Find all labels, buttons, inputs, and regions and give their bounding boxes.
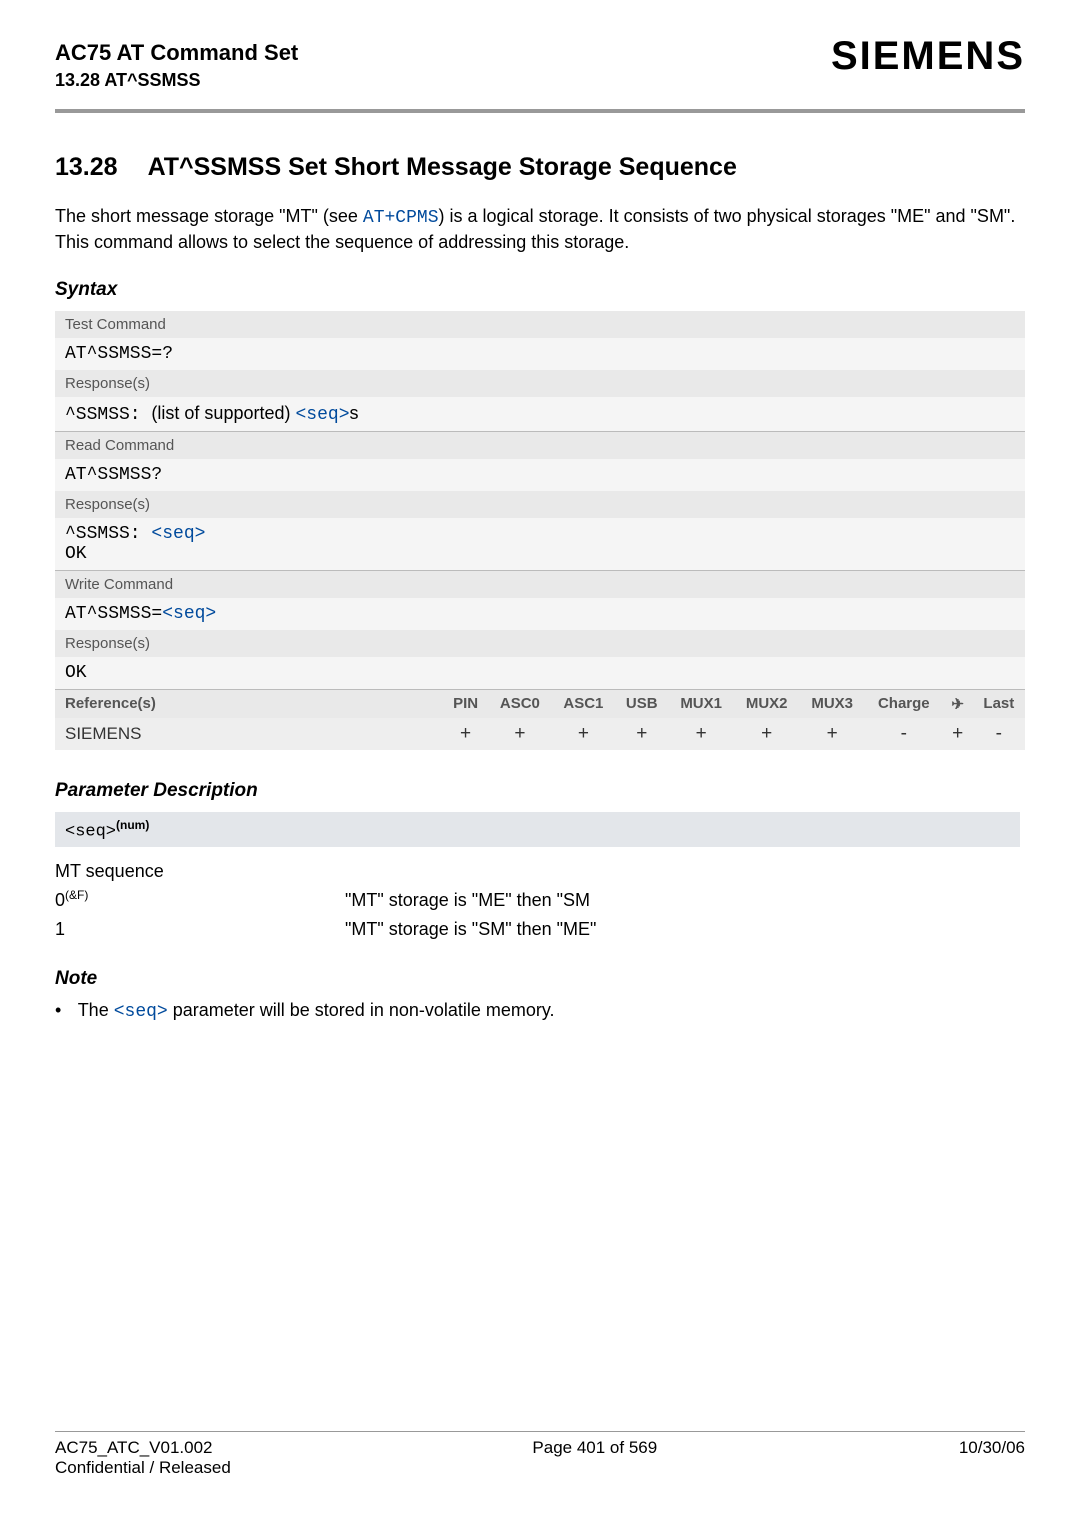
section-number: 13.28 bbox=[55, 153, 118, 182]
test-resp-text: (list of supported) bbox=[151, 403, 295, 423]
note-heading: Note bbox=[55, 968, 1025, 990]
write-cmd-prefix: AT^SSMSS= bbox=[65, 604, 162, 624]
header-left: AC75 AT Command Set 13.28 AT^SSMSS bbox=[55, 40, 298, 91]
atcpms-link[interactable]: AT+CPMS bbox=[363, 208, 439, 228]
page-header: AC75 AT Command Set 13.28 AT^SSMSS SIEME… bbox=[55, 40, 1025, 91]
col-charge: Charge bbox=[865, 690, 943, 718]
header-divider bbox=[55, 109, 1025, 113]
airplane-icon: ✈ bbox=[951, 696, 964, 713]
param-row-1: 1 "MT" storage is "SM" then "ME" bbox=[55, 915, 1025, 944]
val-charge: - bbox=[865, 718, 943, 750]
param-row-0: 0(&F) "MT" storage is "ME" then "SM bbox=[55, 886, 1025, 915]
note-text-1: The bbox=[78, 1000, 114, 1020]
reference-table: Reference(s) PIN ASC0 ASC1 USB MUX1 MUX2… bbox=[55, 690, 1025, 750]
write-cmd-param[interactable]: <seq> bbox=[162, 604, 216, 624]
val-pin: + bbox=[443, 718, 488, 750]
footer-right: 10/30/06 bbox=[959, 1438, 1025, 1478]
intro-text-1: The short message storage "MT" (see bbox=[55, 206, 363, 226]
syntax-heading: Syntax bbox=[55, 279, 1025, 301]
param-key-0: 0(&F) bbox=[55, 886, 345, 915]
param-desc-title: MT sequence bbox=[55, 857, 1025, 886]
test-command-code: AT^SSMSS=? bbox=[55, 338, 1025, 370]
val-asc0: + bbox=[488, 718, 551, 750]
read-response-label: Response(s) bbox=[55, 491, 1025, 518]
footer-row: AC75_ATC_V01.002 Confidential / Released… bbox=[55, 1438, 1025, 1478]
read-response-code: ^SSMSS: <seq> OK bbox=[55, 518, 1025, 570]
col-mux3: MUX3 bbox=[799, 690, 865, 718]
col-airplane: ✈ bbox=[943, 690, 973, 718]
write-ok: OK bbox=[55, 657, 1025, 689]
footer-left-block: AC75_ATC_V01.002 Confidential / Released bbox=[55, 1438, 231, 1478]
reference-data-row: SIEMENS + + + + + + + - + - bbox=[55, 718, 1025, 750]
param-key-0-base: 0 bbox=[55, 890, 65, 910]
param-tag: <seq>(num) bbox=[55, 812, 1020, 848]
doc-subtitle: 13.28 AT^SSMSS bbox=[55, 70, 298, 91]
val-airplane: + bbox=[943, 718, 973, 750]
param-key-0-sup: (&F) bbox=[65, 888, 88, 902]
param-description: MT sequence 0(&F) "MT" storage is "ME" t… bbox=[55, 857, 1025, 943]
reference-label: Reference(s) bbox=[55, 690, 443, 718]
val-mux3: + bbox=[799, 718, 865, 750]
col-usb: USB bbox=[615, 690, 668, 718]
col-pin: PIN bbox=[443, 690, 488, 718]
read-ok: OK bbox=[65, 544, 87, 564]
footer-left: AC75_ATC_V01.002 bbox=[55, 1438, 231, 1458]
reference-name: SIEMENS bbox=[55, 718, 443, 750]
col-mux2: MUX2 bbox=[734, 690, 800, 718]
write-response-label: Response(s) bbox=[55, 630, 1025, 657]
bullet-icon: • bbox=[55, 1000, 73, 1021]
val-asc1: + bbox=[552, 718, 615, 750]
val-usb: + bbox=[615, 718, 668, 750]
test-response-code: ^SSMSS: (list of supported) <seq>s bbox=[55, 397, 1025, 431]
param-val-1: "MT" storage is "SM" then "ME" bbox=[345, 915, 596, 944]
note-param[interactable]: <seq> bbox=[114, 1002, 168, 1022]
val-mux2: + bbox=[734, 718, 800, 750]
val-last: - bbox=[973, 718, 1025, 750]
param-val-0: "MT" storage is "ME" then "SM bbox=[345, 886, 590, 915]
col-asc0: ASC0 bbox=[488, 690, 551, 718]
footer-center: Page 401 of 569 bbox=[532, 1438, 657, 1478]
read-command-label: Read Command bbox=[55, 432, 1025, 459]
note-item: • The <seq> parameter will be stored in … bbox=[55, 1000, 1025, 1022]
read-resp-param[interactable]: <seq> bbox=[151, 524, 205, 544]
test-resp-param[interactable]: <seq> bbox=[295, 405, 349, 425]
write-command-code: AT^SSMSS=<seq> bbox=[55, 598, 1025, 630]
test-resp-suffix: s bbox=[350, 403, 359, 423]
reference-header-row: Reference(s) PIN ASC0 ASC1 USB MUX1 MUX2… bbox=[55, 690, 1025, 718]
note-text-2: parameter will be stored in non-volatile… bbox=[168, 1000, 555, 1020]
col-asc1: ASC1 bbox=[552, 690, 615, 718]
test-response-label: Response(s) bbox=[55, 370, 1025, 397]
section-heading: 13.28 AT^SSMSS Set Short Message Storage … bbox=[55, 153, 1025, 182]
val-mux1: + bbox=[668, 718, 734, 750]
page-footer: AC75_ATC_V01.002 Confidential / Released… bbox=[55, 1431, 1025, 1478]
section-title: AT^SSMSS Set Short Message Storage Seque… bbox=[148, 153, 737, 181]
read-resp-prefix: ^SSMSS: bbox=[65, 524, 151, 544]
col-last: Last bbox=[973, 690, 1025, 718]
test-resp-prefix: ^SSMSS: bbox=[65, 405, 151, 425]
footer-divider bbox=[55, 1431, 1025, 1432]
param-tag-sup: (num) bbox=[116, 818, 149, 832]
param-tag-name: <seq> bbox=[65, 822, 116, 841]
param-key-1: 1 bbox=[55, 915, 345, 944]
footer-left-2: Confidential / Released bbox=[55, 1458, 231, 1478]
col-mux1: MUX1 bbox=[668, 690, 734, 718]
parameter-heading: Parameter Description bbox=[55, 780, 1025, 802]
intro-paragraph: The short message storage "MT" (see AT+C… bbox=[55, 204, 1025, 255]
read-command-code: AT^SSMSS? bbox=[55, 459, 1025, 491]
syntax-block: Test Command AT^SSMSS=? Response(s) ^SSM… bbox=[55, 311, 1025, 750]
write-command-label: Write Command bbox=[55, 571, 1025, 598]
siemens-logo: SIEMENS bbox=[831, 34, 1025, 79]
doc-title: AC75 AT Command Set bbox=[55, 40, 298, 66]
test-command-label: Test Command bbox=[55, 311, 1025, 338]
